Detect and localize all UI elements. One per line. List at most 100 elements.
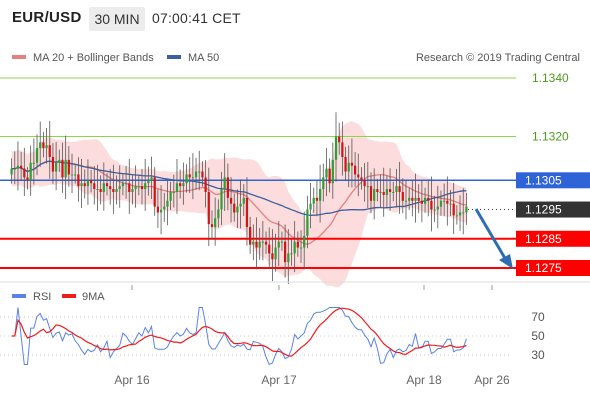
candle-body	[102, 183, 105, 192]
candle-body	[245, 197, 249, 228]
candle-body	[83, 183, 86, 187]
candle-body	[353, 165, 357, 175]
candle-body	[252, 241, 255, 245]
rsi-ma-line	[11, 307, 467, 357]
candle-body	[26, 177, 29, 181]
candle-body	[357, 174, 360, 178]
candle-body	[77, 174, 80, 187]
candle-body	[175, 183, 179, 192]
rsi-lines	[11, 307, 467, 366]
date-tick-Apr-26: Apr 26	[474, 373, 510, 387]
ma50-legend-label: MA 50	[188, 52, 219, 64]
copyright-text: Research © 2019 Trading Central	[416, 52, 580, 64]
candle-body	[198, 171, 201, 173]
candle-body	[325, 168, 328, 178]
candle-body	[42, 142, 45, 149]
candle-body	[455, 215, 458, 217]
candle-body	[188, 174, 191, 178]
candle-body	[229, 197, 233, 204]
candle-body	[430, 200, 433, 210]
candle-body	[55, 162, 58, 172]
candle-body	[449, 203, 452, 205]
candle-body	[312, 197, 315, 204]
candle-body	[360, 177, 363, 181]
candle-body	[214, 218, 217, 228]
candle-body	[395, 186, 398, 192]
candle-body	[261, 241, 264, 243]
date-tick-Apr-18: Apr 18	[406, 373, 442, 387]
candle-body	[134, 186, 137, 190]
candle-body	[392, 192, 395, 193]
candle-body	[236, 206, 239, 213]
price-level-tags: 1.1340 1.1320 1.1305 1.1295 1.1285 1.1275	[516, 71, 590, 276]
candle-body	[242, 197, 245, 204]
candle-body	[67, 159, 70, 175]
candle-body	[344, 156, 347, 172]
candle-body	[439, 200, 443, 207]
candle-body	[144, 183, 147, 190]
candle-body	[411, 197, 414, 201]
candle-body	[322, 177, 325, 190]
candle-body	[45, 145, 48, 149]
candle-body	[331, 159, 334, 184]
candle-body	[334, 136, 338, 160]
candle-body	[210, 224, 214, 228]
candle-body	[204, 177, 207, 192]
candle-body	[315, 197, 319, 201]
level-label-1.1285: 1.1285	[525, 232, 562, 246]
candle-body	[373, 189, 376, 201]
candle-body	[306, 209, 309, 236]
candle-body	[446, 200, 449, 204]
candle-body	[61, 159, 64, 178]
candle-body	[226, 177, 229, 198]
bollinger-band-area	[11, 121, 467, 288]
candle-body	[427, 197, 430, 201]
level-label-1.1295: 1.1295	[525, 203, 562, 217]
candle-body	[172, 192, 175, 193]
candle-body	[29, 162, 32, 181]
candle-body	[268, 244, 271, 254]
candle-body	[74, 174, 77, 176]
candle-body	[318, 189, 322, 201]
candle-body	[179, 183, 182, 187]
candle-body	[20, 165, 23, 169]
candle-body	[96, 189, 99, 191]
candle-body	[398, 186, 401, 192]
candle-body	[194, 171, 198, 178]
candle-body	[80, 183, 83, 187]
candle-body	[420, 200, 423, 204]
candle-body	[385, 189, 389, 195]
candle-body	[255, 241, 258, 248]
candle-body	[366, 186, 369, 188]
candle-body	[23, 168, 26, 178]
candle-body	[64, 159, 67, 178]
candle-body	[258, 241, 261, 248]
candle-body	[379, 192, 382, 193]
candle-body	[150, 177, 153, 181]
chart-header: EUR/USD 30 MIN 07:00:41 CET	[0, 0, 590, 38]
candle-body	[443, 200, 446, 202]
candle-body	[274, 247, 277, 260]
level-label-1.1320: 1.1320	[532, 129, 569, 143]
candle-body	[290, 253, 293, 255]
bollinger-bands	[11, 121, 467, 288]
candle-body	[112, 189, 115, 192]
candle-body	[185, 174, 188, 184]
candle-body	[458, 212, 462, 216]
candle-body	[163, 206, 166, 210]
candle-body	[191, 177, 194, 179]
candle-body	[128, 183, 131, 192]
date-tick-Apr-17: Apr 17	[261, 373, 297, 387]
candle-body	[309, 203, 312, 210]
candle-body	[382, 192, 385, 195]
candle-body	[423, 197, 427, 204]
candle-body	[217, 209, 220, 219]
candle-body	[223, 177, 226, 190]
candle-body	[140, 186, 144, 190]
rsi-line	[11, 307, 467, 366]
candle-body	[58, 159, 61, 163]
candle-body	[137, 186, 140, 188]
candle-body	[408, 197, 411, 201]
timeframe-selector[interactable]: 30 MIN	[89, 7, 145, 31]
candle-body	[39, 142, 42, 149]
